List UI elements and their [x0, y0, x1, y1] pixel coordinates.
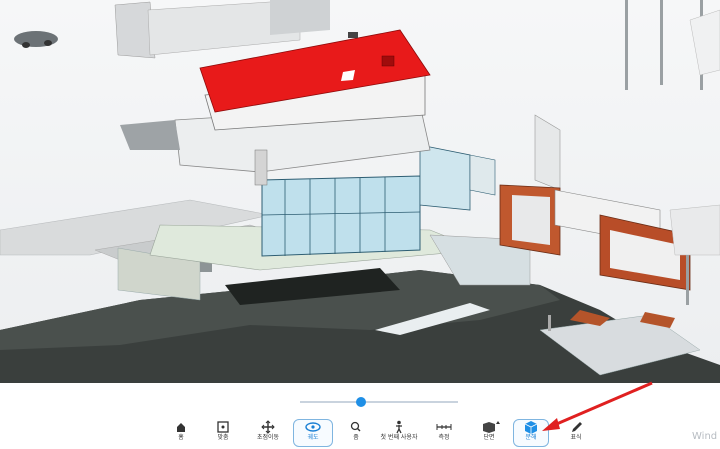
- fit-icon: [217, 421, 229, 433]
- explode-icon: [524, 421, 538, 434]
- section-button[interactable]: 단면: [477, 420, 501, 446]
- exploded-building-model: [0, 0, 720, 383]
- explode-label: 분해: [525, 434, 537, 441]
- home-button[interactable]: 홈: [170, 420, 192, 446]
- zoom-icon: [350, 421, 361, 432]
- section-label: 단면: [483, 434, 495, 441]
- zoom-button[interactable]: 줌: [345, 420, 367, 446]
- orbit-label: 궤도: [307, 434, 319, 441]
- measure-button[interactable]: 측정: [433, 420, 455, 446]
- home-label: 홈: [178, 434, 184, 441]
- pan-icon: [261, 420, 275, 434]
- slider-track[interactable]: [300, 401, 458, 403]
- markup-label: 표식: [570, 434, 582, 441]
- 3d-model-viewport[interactable]: [0, 0, 720, 383]
- explode-slider[interactable]: [300, 397, 458, 407]
- explode-button[interactable]: 분해: [513, 419, 549, 447]
- measure-icon: [436, 424, 452, 430]
- pan-label: 초점이동: [256, 434, 280, 441]
- fit-label: 맞춤: [217, 434, 229, 441]
- first-person-button[interactable]: 첫 번째 사용자: [375, 420, 423, 446]
- zoom-label: 줌: [353, 434, 359, 441]
- measure-label: 측정: [438, 434, 450, 441]
- person-icon: [396, 420, 402, 434]
- windows-activation-watermark: Wind: [692, 431, 718, 442]
- markup-button[interactable]: 표식: [565, 420, 587, 446]
- markup-icon: [572, 422, 582, 432]
- first-person-label: 첫 번째 사용자: [380, 434, 418, 441]
- home-icon: [177, 423, 185, 432]
- fit-button[interactable]: 맞춤: [212, 420, 234, 446]
- pan-button[interactable]: 초점이동: [253, 420, 283, 446]
- orbit-button[interactable]: 궤도: [293, 419, 333, 447]
- slider-thumb[interactable]: [356, 397, 366, 407]
- section-icon: [483, 421, 500, 433]
- orbit-icon: [305, 422, 321, 432]
